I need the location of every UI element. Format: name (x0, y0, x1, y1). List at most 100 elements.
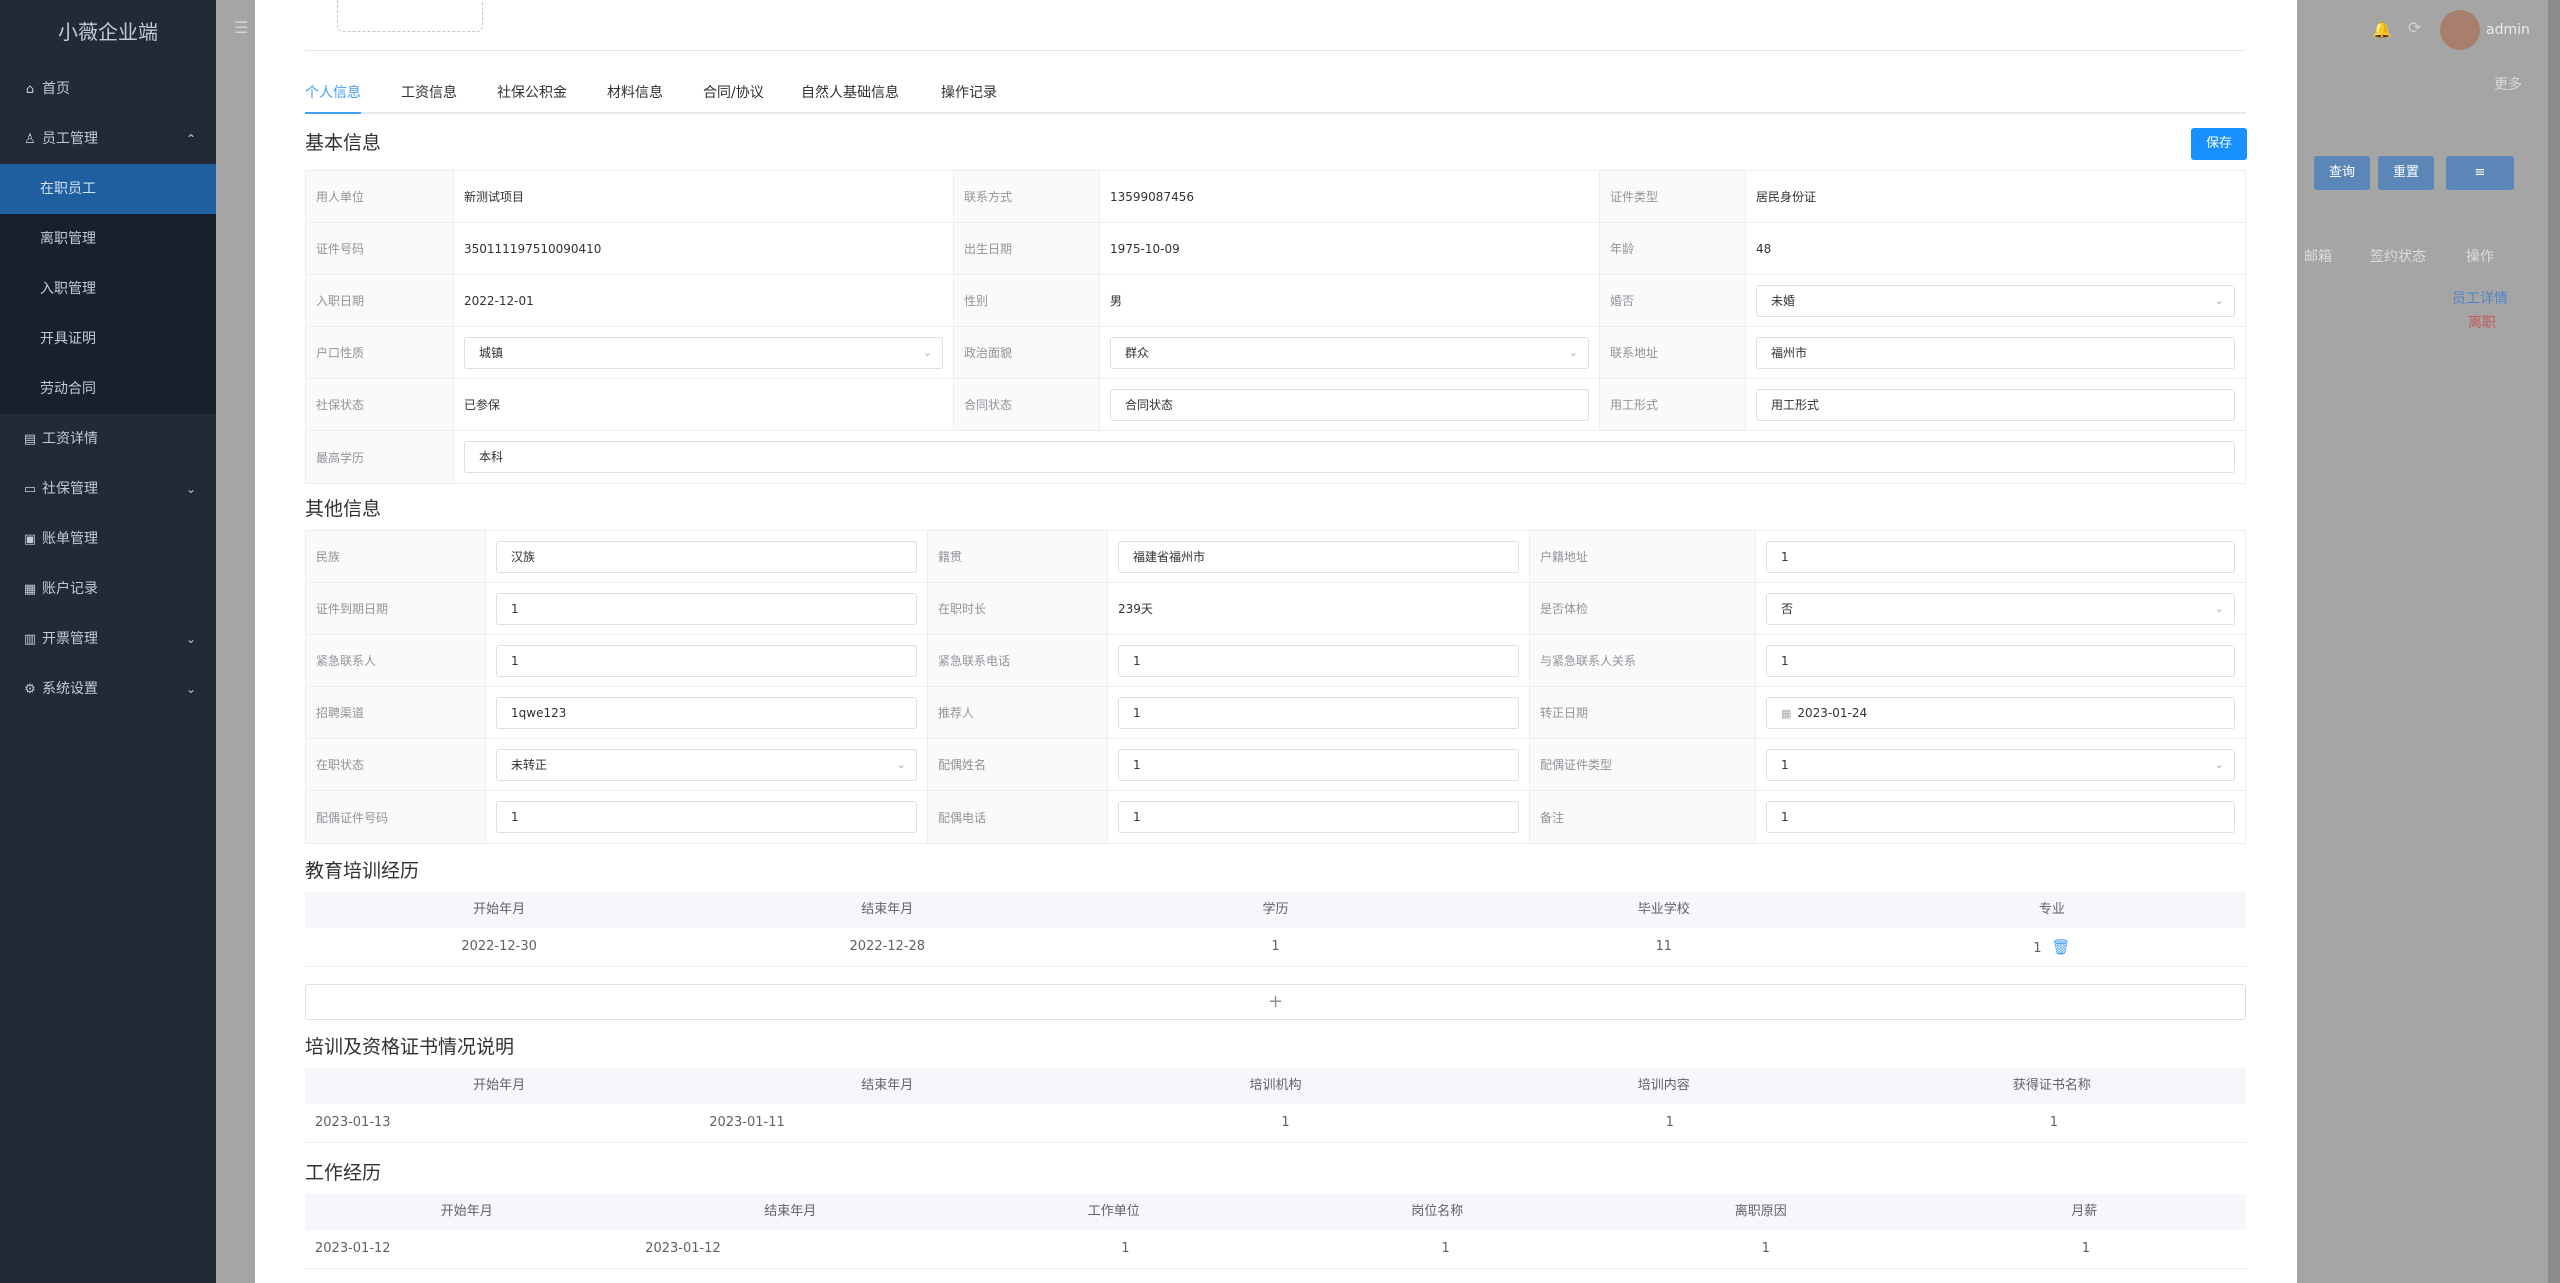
employee-detail-link[interactable]: 员工详情 (2452, 288, 2508, 308)
sidebar-item-active-employees[interactable]: 在职员工 (0, 164, 216, 214)
field-label: 配偶证件类型 (1530, 739, 1756, 790)
add-education-button[interactable]: + (305, 984, 2246, 1020)
tab-personal-info[interactable]: 个人信息 (305, 82, 361, 102)
education-table: 开始年月 结束年月 学历 毕业学校 专业 2022-12-30 2022-12-… (305, 892, 2246, 967)
medical-check-select[interactable]: 否 ⌄ (1766, 592, 2235, 625)
table-cell: 2023-01-13 (315, 1115, 391, 1130)
more-tabs[interactable]: 更多 (2494, 74, 2522, 94)
invoice-icon: ▥ (23, 632, 37, 647)
query-button[interactable]: 查询 (2314, 156, 2370, 190)
scrollbar[interactable] (2548, 0, 2560, 1283)
sidebar-item-employee-mgmt[interactable]: ♙ 员工管理 ⌃ (0, 114, 216, 164)
table-cell: 2023-01-11 (709, 1115, 785, 1130)
upload-box[interactable] (337, 0, 483, 32)
sidebar-item-resignation[interactable]: 离职管理 (0, 214, 216, 264)
column-header: 开始年月 (473, 902, 526, 917)
tab-natural-person[interactable]: 自然人基础信息 (801, 82, 899, 102)
reset-button[interactable]: 重置 (2378, 156, 2434, 190)
address-input[interactable]: 福州市 (1756, 336, 2235, 369)
collapse-icon[interactable]: ☰ (234, 18, 248, 37)
sidebar-item-social-security[interactable]: ▭ 社保管理 ⌄ (0, 464, 216, 514)
avatar[interactable] (2440, 10, 2480, 50)
tab-social-fund[interactable]: 社保公积金 (497, 82, 567, 102)
table-cell: 1 (1271, 939, 1280, 954)
referrer-input[interactable]: 1 (1118, 696, 1519, 729)
menu-button[interactable]: ≡ (2446, 156, 2514, 190)
id-expiry-input[interactable]: 1 (496, 592, 917, 625)
employment-form-input[interactable]: 用工形式 (1756, 388, 2235, 421)
column-header: 培训内容 (1637, 1078, 1690, 1093)
phone-value: 13599087456 (1100, 171, 1600, 222)
refresh-icon[interactable]: ⟳ (2408, 18, 2421, 37)
employment-status-select[interactable]: 未转正 ⌄ (496, 748, 917, 781)
table-header: 开始年月 结束年月 学历 毕业学校 专业 (305, 892, 2246, 928)
bell-icon[interactable]: 🔔 (2372, 20, 2392, 39)
field-label: 用工形式 (1600, 379, 1746, 430)
records-icon: ▦ (23, 582, 37, 597)
sidebar-item-invoices[interactable]: ▥ 开票管理 ⌄ (0, 614, 216, 664)
regularization-date-picker[interactable]: ▦ 2023-01-24 (1766, 696, 2235, 729)
user-name[interactable]: admin (2486, 22, 2530, 38)
remarks-input[interactable]: 1 (1766, 801, 2235, 833)
field-label: 是否体检 (1530, 583, 1756, 634)
table-cell: 1 (2033, 941, 2042, 956)
sidebar-item-home[interactable]: ⌂ 首页 (0, 64, 216, 114)
field-label: 用人单位 (306, 171, 454, 222)
resign-link[interactable]: 离职 (2468, 312, 2496, 332)
contract-status-input[interactable]: 合同状态 (1110, 388, 1589, 421)
chevron-down-icon: ⌄ (1568, 345, 1578, 359)
table-cell: 1 (1281, 1115, 1290, 1130)
gear-icon: ⚙ (24, 682, 36, 697)
basic-info-table: 用人单位 新测试项目 联系方式 13599087456 证件类型 居民身份证 证… (305, 170, 2246, 484)
training-table: 开始年月 结束年月 培训机构 培训内容 获得证书名称 2023-01-13 20… (305, 1068, 2246, 1143)
spouse-name-input[interactable]: 1 (1118, 748, 1519, 781)
table-cell: 1 (1761, 1241, 1770, 1256)
sidebar-item-salary[interactable]: ▤ 工资详情 (0, 414, 216, 464)
field-label: 在职状态 (306, 739, 486, 790)
tabs: 个人信息 工资信息 社保公积金 材料信息 合同/协议 自然人基础信息 操作记录 (305, 80, 2246, 114)
emergency-relation-input[interactable]: 1 (1766, 644, 2235, 677)
employee-dialog: 个人信息 工资信息 社保公积金 材料信息 合同/协议 自然人基础信息 操作记录 … (255, 0, 2297, 1283)
sidebar-item-settings[interactable]: ⚙ 系统设置 ⌄ (0, 664, 216, 714)
spouse-phone-input[interactable]: 1 (1118, 801, 1519, 833)
column-header: 离职原因 (1734, 1204, 1787, 1219)
column-header: 结束年月 (861, 1078, 914, 1093)
table-row: 2023-01-12 2023-01-12 1 1 1 1 (305, 1230, 2246, 1268)
tab-operation-log[interactable]: 操作记录 (941, 82, 997, 102)
household-address-input[interactable]: 1 (1766, 540, 2235, 573)
native-place-input[interactable]: 福建省福州市 (1118, 540, 1519, 573)
marital-select[interactable]: 未婚 ⌄ (1756, 284, 2235, 317)
field-label: 转正日期 (1530, 687, 1756, 738)
sidebar-item-onboarding[interactable]: 入职管理 (0, 264, 216, 314)
ethnicity-input[interactable]: 汉族 (496, 540, 917, 573)
column-header: 工作单位 (1087, 1204, 1140, 1219)
form-row: 证件到期日期 1 在职时长 239天 是否体检 否 ⌄ (306, 583, 2245, 635)
sidebar: 小薇企业端 ⌂ 首页 ♙ 员工管理 ⌃ 在职员工 离职管理 入职管理 开具证明 劳动合… (0, 0, 216, 1283)
tab-materials[interactable]: 材料信息 (607, 82, 663, 102)
field-label: 紧急联系电话 (928, 635, 1108, 686)
sidebar-item-contracts[interactable]: 劳动合同 (0, 364, 216, 414)
education-input[interactable]: 本科 (464, 441, 2235, 473)
political-status-select[interactable]: 群众 ⌄ (1110, 336, 1589, 369)
sidebar-item-account-records[interactable]: ▦ 账户记录 (0, 564, 216, 614)
recruit-channel-input[interactable]: 1qwe123 (496, 696, 917, 729)
spouse-id-number-input[interactable]: 1 (496, 801, 917, 833)
col-sign-status: 签约状态 (2370, 249, 2426, 265)
sidebar-item-bills[interactable]: ▣ 账单管理 (0, 514, 216, 564)
tab-contracts[interactable]: 合同/协议 (703, 82, 764, 102)
emergency-contact-input[interactable]: 1 (496, 644, 917, 677)
age-value: 48 (1756, 241, 1772, 256)
household-type-select[interactable]: 城镇 ⌄ (464, 336, 943, 369)
save-button[interactable]: 保存 (2191, 128, 2247, 160)
form-row: 在职状态 未转正 ⌄ 配偶姓名 1 配偶证件类型 1 ⌄ (306, 739, 2245, 791)
spouse-id-type-select[interactable]: 1 ⌄ (1766, 748, 2235, 781)
tab-salary-info[interactable]: 工资信息 (401, 82, 457, 102)
chevron-down-icon: ⌄ (2214, 293, 2224, 307)
form-row: 最高学历 本科 (306, 431, 2245, 483)
sidebar-item-certificates[interactable]: 开具证明 (0, 314, 216, 364)
emergency-phone-input[interactable]: 1 (1118, 644, 1519, 677)
gender-value: 男 (1100, 275, 1600, 326)
chevron-down-icon: ⌄ (896, 757, 906, 771)
table-cell: 1 (2081, 1241, 2091, 1256)
trash-icon[interactable]: 🗑 (2052, 928, 2071, 966)
